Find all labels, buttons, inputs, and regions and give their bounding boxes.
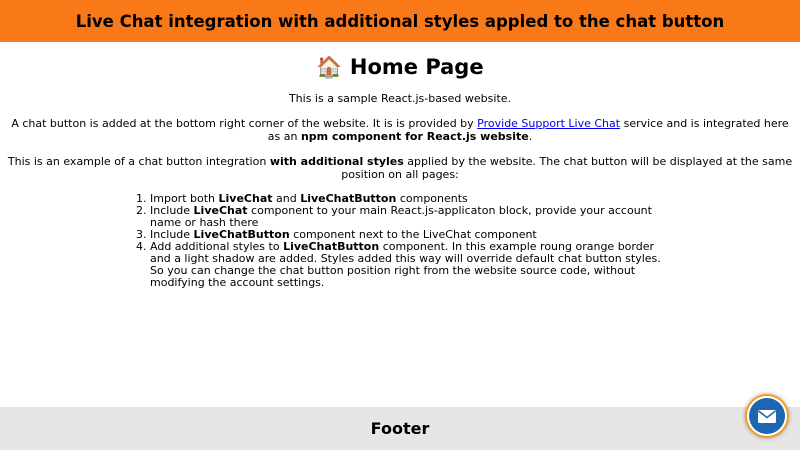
example-paragraph: This is an example of a chat button inte…	[7, 155, 793, 181]
site-header: Live Chat integration with additional st…	[0, 0, 800, 42]
live-chat-button[interactable]	[745, 394, 789, 438]
list-item: Add additional styles to LiveChatButton …	[150, 241, 670, 289]
provide-support-link[interactable]: Provide Support Live Chat	[477, 117, 620, 130]
list-item: Include LiveChat component to your main …	[150, 205, 670, 229]
intro-paragraph: This is a sample React.js-based website.	[288, 92, 512, 105]
header-title: Live Chat integration with additional st…	[75, 11, 725, 31]
house-icon: 🏠	[316, 55, 343, 79]
main-content: 🏠 Home Page This is a sample React.js-ba…	[0, 42, 800, 289]
envelope-icon	[758, 409, 776, 423]
steps-list: Import both LiveChat and LiveChatButton …	[0, 193, 670, 289]
chat-button-inner	[749, 398, 785, 434]
provider-paragraph: A chat button is added at the bottom rig…	[11, 117, 789, 143]
footer-title: Footer	[370, 419, 430, 438]
page-title: 🏠 Home Page	[316, 55, 484, 79]
site-footer: Footer	[0, 407, 800, 450]
